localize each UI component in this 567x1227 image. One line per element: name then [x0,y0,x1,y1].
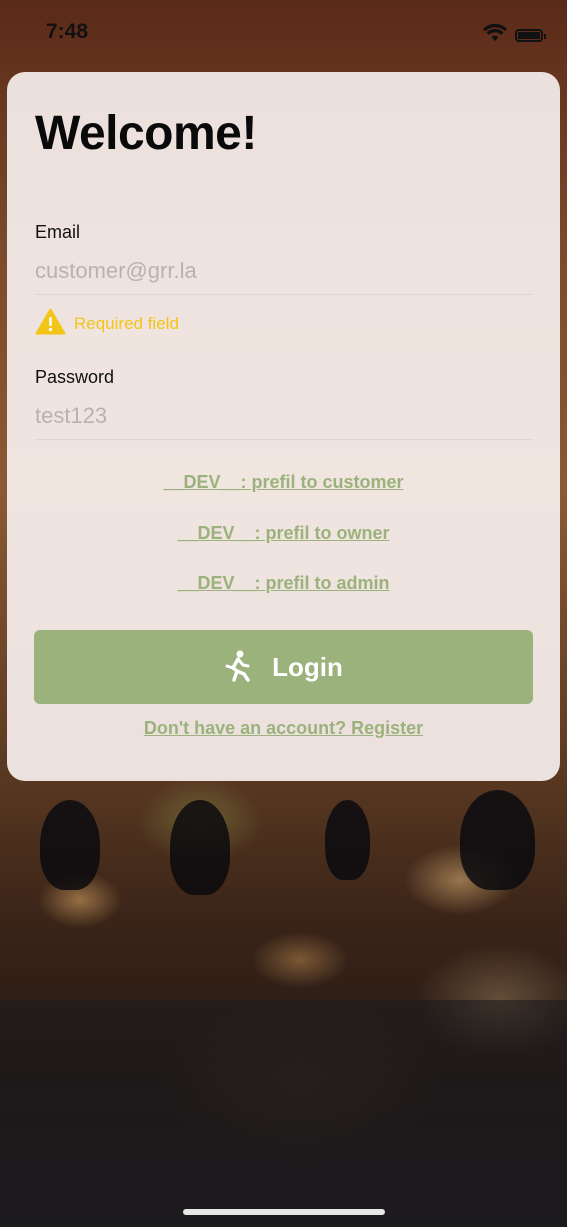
email-label: Email [35,222,81,242]
home-indicator [183,1209,385,1215]
login-button-label: Login [272,651,343,682]
page-title: Welcome! [35,107,257,160]
login-button[interactable]: Login [34,630,533,704]
wifi-icon [483,23,507,47]
login-card: Welcome! Email Required field Password _… [7,72,560,781]
status-icons [483,23,546,47]
email-error: Required field [35,308,179,340]
register-link[interactable]: Don't have an account? Register [7,718,560,739]
dev-prefill-admin-link[interactable]: __DEV__: prefil to admin [7,573,560,594]
status-time: 7:48 [46,20,89,43]
dev-prefill-owner-link[interactable]: __DEV__: prefil to owner [7,523,560,544]
password-field[interactable] [35,403,533,440]
status-bar: 7:48 [0,0,567,66]
password-label: Password [35,367,115,387]
person-running-icon [224,650,252,685]
dev-prefill-customer-link[interactable]: __DEV__: prefil to customer [7,472,560,493]
email-field[interactable] [35,258,533,295]
battery-icon [515,29,546,42]
login-screen: 7:48 Welcome! Email customer@grr.la Requ… [0,0,567,1227]
email-error-text: Required field [74,314,179,333]
warning-triangle-icon [35,308,66,340]
